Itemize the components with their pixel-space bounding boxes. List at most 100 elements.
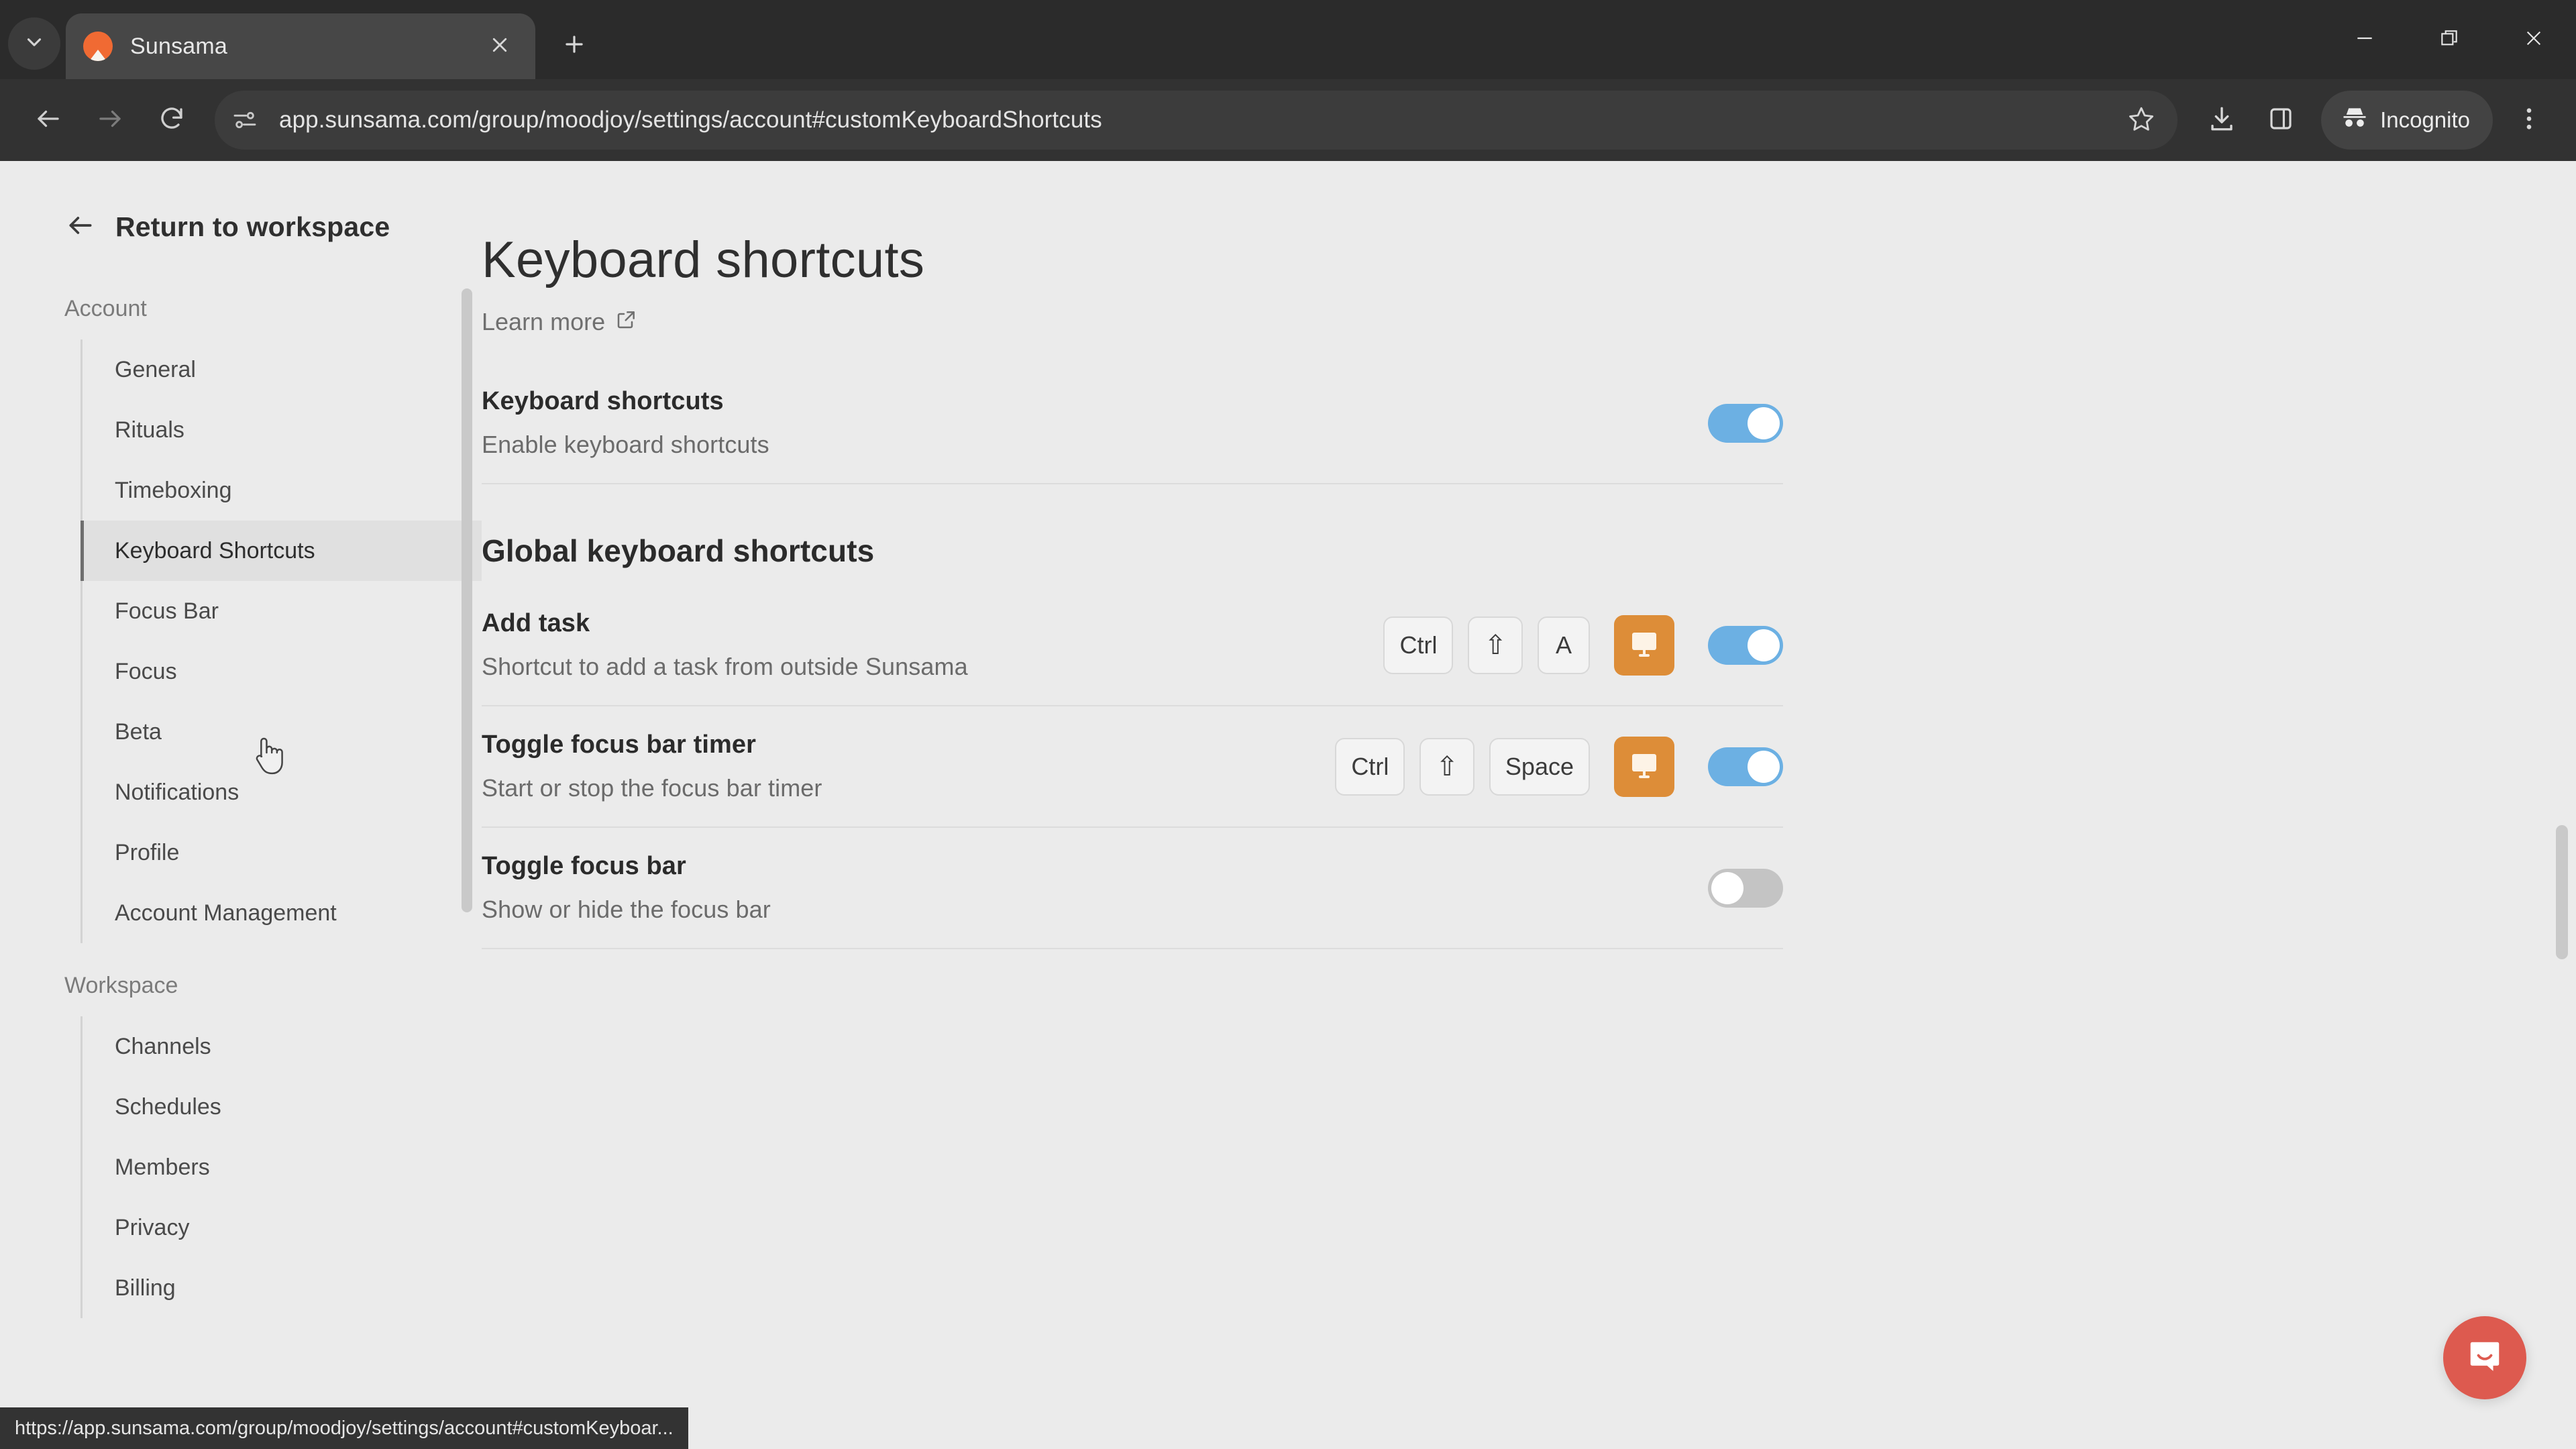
keycap-ctrl[interactable]: Ctrl xyxy=(1335,737,1405,796)
sidebar-item-notifications[interactable]: Notifications xyxy=(83,762,482,822)
sidebar-item-channels[interactable]: Channels xyxy=(83,1016,482,1077)
sidebar-item-privacy[interactable]: Privacy xyxy=(83,1197,482,1258)
row-texts: Add task Shortcut to add a task from out… xyxy=(482,609,1383,681)
bookmark-button[interactable] xyxy=(2114,93,2168,147)
keycap-shift[interactable]: ⇧ xyxy=(1468,616,1523,674)
side-panel-icon xyxy=(2267,105,2295,136)
toggle-knob xyxy=(1748,629,1780,661)
browser-tab[interactable]: Sunsama xyxy=(66,13,535,79)
sidebar-item-general[interactable]: General xyxy=(83,339,482,400)
sidebar-group-title-workspace: Workspace xyxy=(64,973,178,998)
restore-icon xyxy=(2438,28,2460,52)
arrow-right-icon xyxy=(96,105,124,136)
status-bar-link-preview: https://app.sunsama.com/group/moodjoy/se… xyxy=(0,1407,688,1449)
three-dot-menu-icon xyxy=(2515,105,2543,136)
sidebar-item-timeboxing[interactable]: Timeboxing xyxy=(83,460,482,521)
browser-toolbar: app.sunsama.com/group/moodjoy/settings/a… xyxy=(0,79,2576,161)
divider xyxy=(482,483,1783,484)
sidebar-item-label: Notifications xyxy=(115,779,239,805)
keycap-ctrl[interactable]: Ctrl xyxy=(1383,616,1454,674)
downloads-button[interactable] xyxy=(2192,91,2251,150)
url-text: app.sunsama.com/group/moodjoy/settings/a… xyxy=(279,107,1102,133)
sidebar-item-account-management[interactable]: Account Management xyxy=(83,883,482,943)
sidebar-item-label: Focus Bar xyxy=(115,598,219,624)
platform-desktop-button[interactable] xyxy=(1614,736,1674,797)
sidebar-item-label: Billing xyxy=(115,1275,176,1301)
incognito-label: Incognito xyxy=(2380,107,2470,132)
close-window-button[interactable] xyxy=(2491,0,2576,79)
row-subtitle: Show or hide the focus bar xyxy=(482,896,771,923)
desktop-monitor-icon xyxy=(1628,627,1660,663)
platform-desktop-button[interactable] xyxy=(1614,614,1674,676)
arrow-left-icon xyxy=(66,211,95,244)
keycap-space[interactable]: Space xyxy=(1489,737,1590,796)
reload-button[interactable] xyxy=(141,89,203,151)
sidebar-item-focus-bar[interactable]: Focus Bar xyxy=(83,581,482,641)
row-title: Keyboard shortcuts xyxy=(482,387,724,415)
back-button[interactable] xyxy=(17,89,79,151)
tab-strip: Sunsama xyxy=(0,0,2576,79)
sidebar-item-keyboard-shortcuts[interactable]: Keyboard Shortcuts xyxy=(80,521,482,581)
minimize-window-button[interactable] xyxy=(2322,0,2407,79)
plus-icon xyxy=(561,32,587,60)
sidebar-item-label: Account Management xyxy=(115,900,337,926)
download-icon xyxy=(2208,105,2236,136)
sidebar-item-beta[interactable]: Beta xyxy=(83,702,482,762)
tab-title: Sunsama xyxy=(130,33,228,59)
return-to-workspace-label: Return to workspace xyxy=(115,211,390,242)
sidebar-item-schedules[interactable]: Schedules xyxy=(83,1077,482,1137)
setting-row-add-task: Add task Shortcut to add a task from out… xyxy=(482,585,1783,705)
forward-button[interactable] xyxy=(79,89,141,151)
row-subtitle: Start or stop the focus bar timer xyxy=(482,774,822,802)
row-title: Add task xyxy=(482,609,590,637)
settings-sidebar: Return to workspace Account General Ritu… xyxy=(0,161,482,1449)
page-scrollbar[interactable] xyxy=(2556,825,2568,959)
incognito-indicator[interactable]: Incognito xyxy=(2321,91,2493,150)
toggle-enable-keyboard-shortcuts[interactable] xyxy=(1708,403,1783,443)
toggle-focus-bar-timer[interactable] xyxy=(1708,747,1783,786)
keycap-a[interactable]: A xyxy=(1538,616,1590,674)
toggle-knob xyxy=(1748,407,1780,439)
close-icon xyxy=(2523,28,2544,52)
sidebar-item-focus[interactable]: Focus xyxy=(83,641,482,702)
toggle-add-task[interactable] xyxy=(1708,625,1783,665)
divider xyxy=(482,948,1783,949)
sidebar-item-label: Members xyxy=(115,1154,210,1180)
sidebar-scrollbar[interactable] xyxy=(462,288,472,912)
toggle-knob xyxy=(1748,750,1780,783)
sidebar-item-profile[interactable]: Profile xyxy=(83,822,482,883)
side-panel-button[interactable] xyxy=(2251,91,2310,150)
sidebar-items-workspace: Channels Schedules Members Privacy Billi… xyxy=(80,1016,482,1318)
sidebar-item-label: Channels xyxy=(115,1033,211,1059)
row-subtitle: Shortcut to add a task from outside Suns… xyxy=(482,653,968,680)
help-chat-button[interactable] xyxy=(2443,1316,2526,1399)
sidebar-item-label: General xyxy=(115,356,196,382)
maximize-window-button[interactable] xyxy=(2407,0,2491,79)
toggle-focus-bar[interactable] xyxy=(1708,868,1783,908)
content-inner: Keyboard shortcuts Learn more Keyboard s… xyxy=(482,231,1783,949)
sidebar-item-rituals[interactable]: Rituals xyxy=(83,400,482,460)
return-to-workspace-button[interactable]: Return to workspace xyxy=(0,211,482,244)
sidebar-item-members[interactable]: Members xyxy=(83,1137,482,1197)
sidebar-item-label: Keyboard Shortcuts xyxy=(115,537,315,564)
address-bar[interactable]: app.sunsama.com/group/moodjoy/settings/a… xyxy=(215,91,2178,150)
reload-icon xyxy=(158,105,186,136)
sidebar-item-label: Timeboxing xyxy=(115,477,232,503)
keycap-shift[interactable]: ⇧ xyxy=(1419,737,1474,796)
chrome-menu-button[interactable] xyxy=(2500,91,2559,150)
sidebar-item-label: Profile xyxy=(115,839,180,865)
row-title: Toggle focus bar xyxy=(482,852,686,880)
close-icon xyxy=(490,35,510,58)
new-tab-button[interactable] xyxy=(550,21,598,70)
sidebar-item-label: Focus xyxy=(115,658,177,684)
row-controls: Ctrl ⇧ Space xyxy=(1335,736,1783,797)
tab-search-button[interactable] xyxy=(8,17,60,70)
sidebar-item-billing[interactable]: Billing xyxy=(83,1258,482,1318)
learn-more-link[interactable]: Learn more xyxy=(482,308,637,336)
close-tab-button[interactable] xyxy=(482,28,518,64)
page-body: Return to workspace Account General Ritu… xyxy=(0,161,2576,1449)
minimize-icon xyxy=(2354,28,2375,52)
site-settings-icon[interactable] xyxy=(220,95,270,145)
sidebar-item-label: Privacy xyxy=(115,1214,190,1240)
